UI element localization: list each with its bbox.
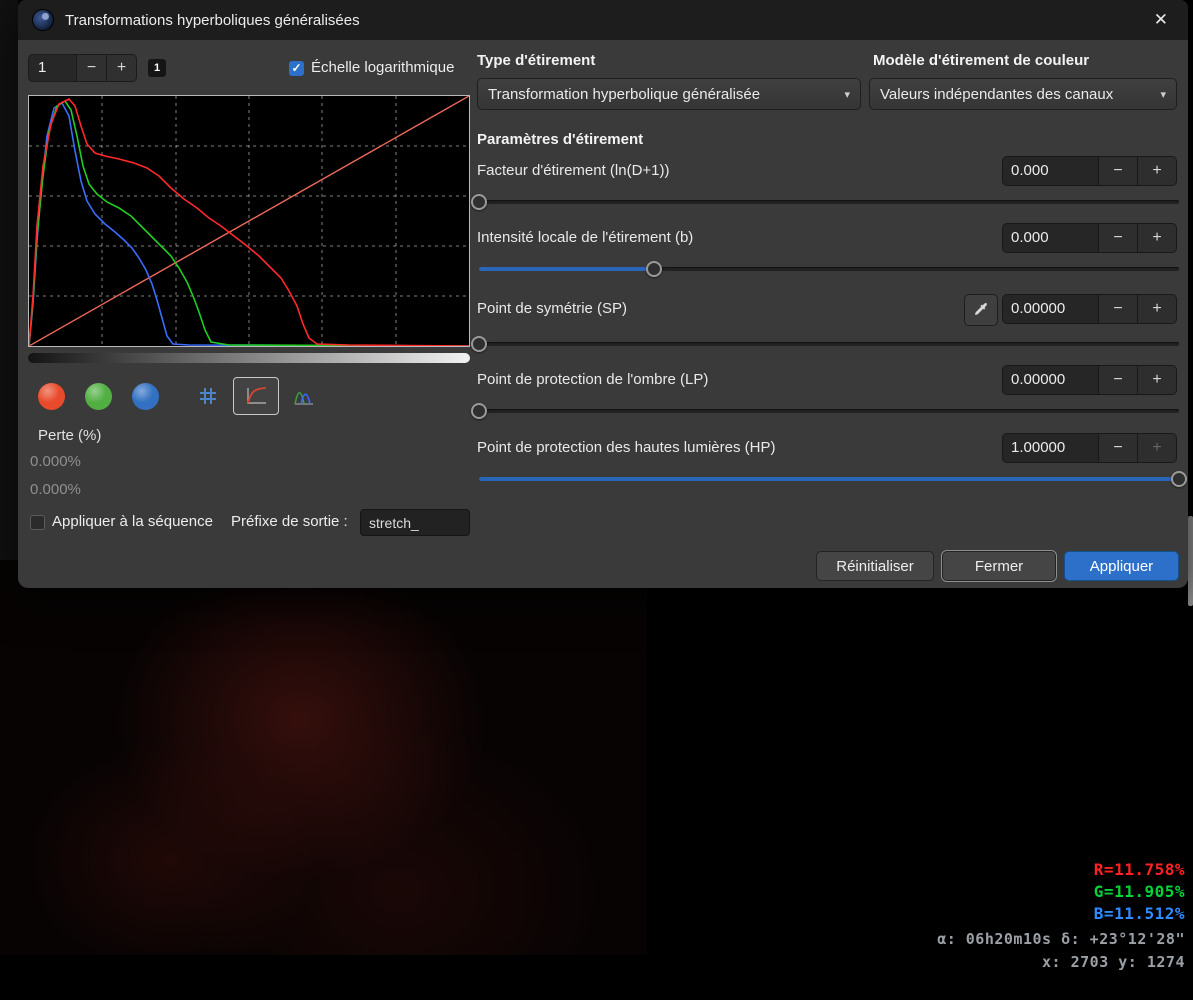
minus-icon[interactable]: − <box>1098 366 1137 394</box>
dialog-titlebar[interactable]: Transformations hyperboliques généralisé… <box>18 0 1188 40</box>
minus-icon[interactable]: − <box>1098 157 1137 185</box>
param-slider-HP[interactable] <box>479 471 1187 487</box>
histogram-icon <box>294 391 313 405</box>
apply-to-sequence-checkbox[interactable] <box>30 515 45 530</box>
histogram-plot[interactable] <box>28 95 470 347</box>
slider-handle[interactable] <box>471 336 487 352</box>
output-prefix-label: Préfixe de sortie : <box>231 513 348 530</box>
param-label-SP: Point de symétrie (SP) <box>477 300 628 317</box>
reset-button[interactable]: Réinitialiser <box>816 551 934 581</box>
spinbox-value[interactable]: 0.000 <box>1003 157 1098 185</box>
slider-handle[interactable] <box>646 261 662 277</box>
param-spinbox-HP[interactable]: 1.00000 − + <box>1002 433 1177 463</box>
plus-icon[interactable]: + <box>1137 295 1176 323</box>
plus-icon[interactable]: + <box>106 55 136 81</box>
blue-channel-icon <box>131 382 159 410</box>
grayscale-gradient-bar[interactable] <box>28 353 470 363</box>
output-prefix-input[interactable] <box>360 509 470 536</box>
spinbox-value[interactable]: 0.000 <box>1003 224 1098 252</box>
apply-to-sequence-label: Appliquer à la séquence <box>52 513 213 530</box>
readout-blue: B=11.512% <box>1093 904 1185 923</box>
readout-green: G=11.905% <box>1093 882 1185 901</box>
plus-icon: + <box>1137 434 1176 462</box>
param-label-b: Intensité locale de l'étirement (b) <box>477 229 694 246</box>
readout-celestial-coords: α: 06h20m10s δ: +23°12'28" <box>937 930 1185 948</box>
param-label-D: Facteur d'étirement (ln(D+1)) <box>477 162 670 179</box>
close-window-button[interactable]: ✕ <box>1148 8 1174 32</box>
spinbox-value[interactable]: 0.00000 <box>1003 366 1098 394</box>
slider-handle[interactable] <box>471 194 487 210</box>
green-channel-icon <box>84 382 112 410</box>
eyedropper-button[interactable] <box>964 294 998 326</box>
main-window-edge <box>0 0 18 588</box>
grid-toggle-button[interactable] <box>185 377 231 415</box>
channel-count-badge[interactable]: 1 <box>148 59 166 77</box>
curve-icon <box>247 387 267 404</box>
vertical-scrollbar[interactable] <box>1188 516 1193 606</box>
stretch-type-value: Transformation hyperbolique généralisée <box>488 85 761 103</box>
param-spinbox-D[interactable]: 0.000 − + <box>1002 156 1177 186</box>
chevron-down-icon: ▾ <box>844 88 850 101</box>
red-channel-icon <box>37 382 65 410</box>
stretch-params-header: Paramètres d'étirement <box>477 131 644 148</box>
layer-spinner[interactable]: 1 − + <box>28 54 137 82</box>
blue-channel-button[interactable] <box>122 377 168 415</box>
minus-icon[interactable]: − <box>1098 224 1137 252</box>
layer-spinner-value[interactable]: 1 <box>29 55 76 81</box>
curve-display-button[interactable] <box>233 377 279 415</box>
param-spinbox-b[interactable]: 0.000 − + <box>1002 223 1177 253</box>
close-button[interactable]: Fermer <box>942 551 1056 581</box>
param-slider-b[interactable] <box>479 261 1179 277</box>
minus-icon[interactable]: − <box>1098 434 1137 462</box>
param-slider-D[interactable] <box>471 194 1179 210</box>
param-slider-LP[interactable] <box>471 403 1179 419</box>
color-model-dropdown[interactable]: Valeurs indépendantes des canaux ▾ <box>869 78 1177 110</box>
minus-icon[interactable]: − <box>1098 295 1137 323</box>
stretch-type-dropdown[interactable]: Transformation hyperbolique généralisée … <box>477 78 861 110</box>
param-label-HP: Point de protection des hautes lumières … <box>477 439 776 456</box>
color-model-value: Valeurs indépendantes des canaux <box>880 85 1114 103</box>
slider-handle[interactable] <box>471 403 487 419</box>
dialog-title: Transformations hyperboliques généralisé… <box>65 11 360 29</box>
loss-value-2: 0.000% <box>30 481 81 498</box>
log-scale-checkbox[interactable]: ✓ <box>289 61 304 76</box>
ghs-dialog: Transformations hyperboliques généralisé… <box>18 0 1188 588</box>
log-scale-label: Échelle logarithmique <box>311 59 455 76</box>
apply-button[interactable]: Appliquer <box>1064 551 1179 581</box>
eyedropper-icon <box>975 302 988 315</box>
readout-red: R=11.758% <box>1093 860 1185 879</box>
loss-section-label: Perte (%) <box>38 427 102 444</box>
loss-value-1: 0.000% <box>30 453 81 470</box>
grid-icon <box>200 388 216 404</box>
stretch-type-header: Type d'étirement <box>477 52 596 69</box>
param-label-LP: Point de protection de l'ombre (LP) <box>477 371 709 388</box>
spinbox-value[interactable]: 1.00000 <box>1003 434 1098 462</box>
minus-icon[interactable]: − <box>76 55 106 81</box>
siril-app-icon <box>32 9 54 31</box>
spinbox-value[interactable]: 0.00000 <box>1003 295 1098 323</box>
plus-icon[interactable]: + <box>1137 224 1176 252</box>
image-preview[interactable] <box>0 560 647 955</box>
param-spinbox-SP[interactable]: 0.00000 − + <box>1002 294 1177 324</box>
slider-handle[interactable] <box>1171 471 1187 487</box>
plus-icon[interactable]: + <box>1137 157 1176 185</box>
color-model-header: Modèle d'étirement de couleur <box>873 52 1090 69</box>
plus-icon[interactable]: + <box>1137 366 1176 394</box>
green-channel-button[interactable] <box>75 377 121 415</box>
param-spinbox-LP[interactable]: 0.00000 − + <box>1002 365 1177 395</box>
red-channel-button[interactable] <box>28 377 74 415</box>
histogram-display-button[interactable] <box>281 377 327 415</box>
param-slider-SP[interactable] <box>471 336 1179 352</box>
readout-pixel-coords: x: 2703 y: 1274 <box>1042 953 1185 971</box>
chevron-down-icon: ▾ <box>1160 88 1166 101</box>
